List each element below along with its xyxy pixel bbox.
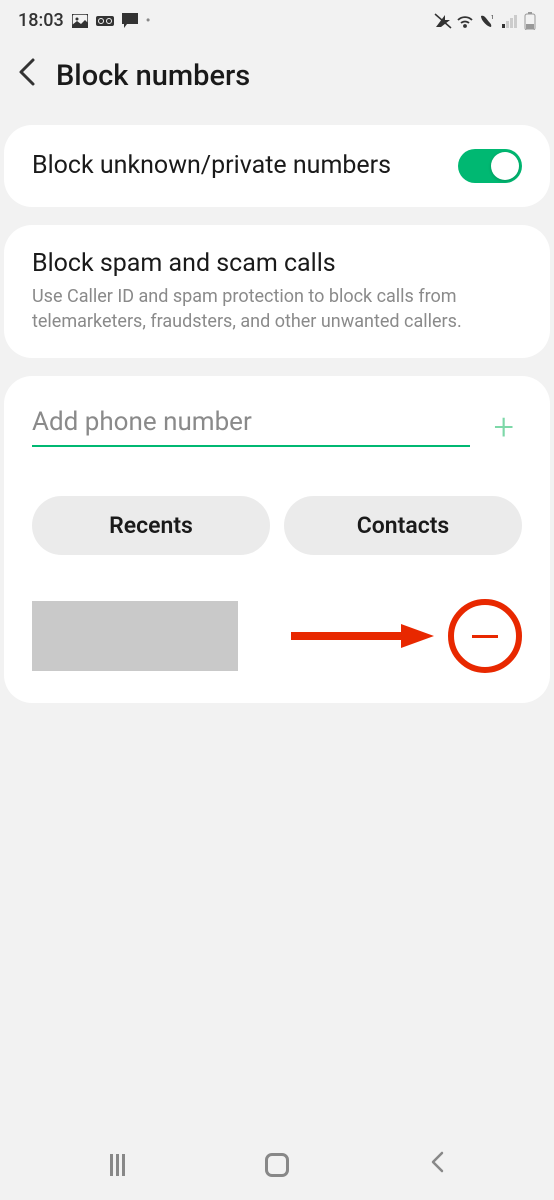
navigation-bar bbox=[0, 1130, 554, 1200]
voicemail-icon bbox=[96, 15, 114, 27]
minus-icon bbox=[472, 635, 498, 638]
remove-button[interactable] bbox=[448, 599, 522, 673]
battery-icon bbox=[524, 12, 536, 30]
volte-icon: 1 bbox=[478, 14, 498, 28]
block-unknown-toggle[interactable] bbox=[458, 149, 522, 183]
image-icon bbox=[72, 14, 88, 28]
blocked-number-row bbox=[32, 599, 522, 683]
annotation-arrow bbox=[250, 621, 436, 651]
input-row: + bbox=[32, 406, 522, 448]
status-dot: • bbox=[146, 13, 151, 29]
add-icon[interactable]: + bbox=[486, 406, 522, 448]
recents-button[interactable]: Recents bbox=[32, 496, 270, 555]
blocked-number-redacted bbox=[32, 601, 238, 671]
nav-home-icon[interactable] bbox=[265, 1153, 289, 1177]
add-number-card: + Recents Contacts bbox=[4, 376, 550, 703]
block-unknown-card[interactable]: Block unknown/private numbers bbox=[4, 125, 550, 207]
page-title: Block numbers bbox=[56, 59, 250, 93]
header: Block numbers bbox=[0, 37, 554, 125]
message-icon bbox=[122, 13, 138, 29]
block-spam-card[interactable]: Block spam and scam calls Use Caller ID … bbox=[4, 225, 550, 358]
toggle-knob bbox=[491, 152, 519, 180]
block-spam-description: Use Caller ID and spam protection to blo… bbox=[32, 284, 522, 334]
nav-recents-icon[interactable] bbox=[110, 1154, 125, 1176]
nav-back-icon[interactable] bbox=[430, 1150, 444, 1181]
svg-text:1: 1 bbox=[491, 15, 494, 21]
status-left: 18:03 • bbox=[18, 10, 151, 31]
back-icon[interactable] bbox=[18, 57, 36, 95]
status-time: 18:03 bbox=[18, 10, 64, 31]
block-spam-title: Block spam and scam calls bbox=[32, 249, 522, 278]
wifi-icon bbox=[456, 14, 474, 28]
contacts-button[interactable]: Contacts bbox=[284, 496, 522, 555]
signal-icon bbox=[502, 14, 520, 28]
phone-input-wrap bbox=[32, 407, 470, 447]
button-row: Recents Contacts bbox=[32, 496, 522, 555]
vibrate-icon bbox=[434, 13, 452, 29]
phone-input[interactable] bbox=[32, 407, 470, 437]
status-bar: 18:03 • 1 bbox=[0, 0, 554, 37]
status-right: 1 bbox=[434, 12, 536, 30]
block-unknown-label: Block unknown/private numbers bbox=[32, 150, 438, 183]
